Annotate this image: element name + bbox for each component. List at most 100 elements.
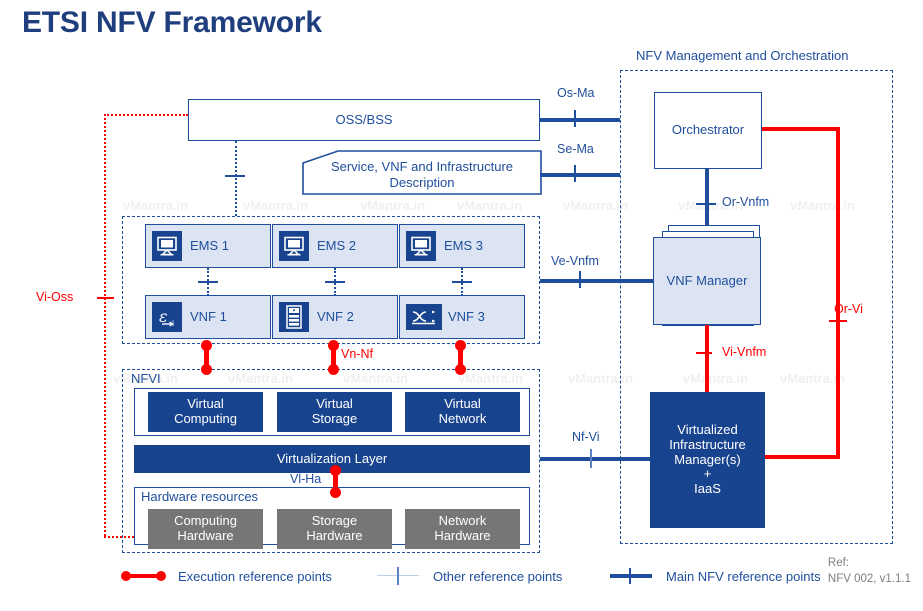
nfvi-label: NFVI xyxy=(131,371,161,386)
vi-oss-line-vertical xyxy=(104,114,106,536)
vn-nf-label: Vn-Nf xyxy=(341,347,373,361)
virtual-storage-line-1: Virtual xyxy=(316,396,353,412)
vnf-3-box[interactable]: VNF 3 xyxy=(399,295,525,339)
se-ma-line xyxy=(540,173,620,177)
vi-oss-label: Vi-Oss xyxy=(36,290,74,304)
orchestrator-box[interactable]: Orchestrator xyxy=(654,92,762,169)
legend-label-other: Other reference points xyxy=(433,568,563,584)
or-vi-tick xyxy=(829,320,847,322)
os-ma-line xyxy=(540,118,620,122)
oss-bss-box[interactable]: OSS/BSS xyxy=(188,99,540,141)
vl-ha-dot-top xyxy=(330,465,341,476)
hardware-resources-label: Hardware resources xyxy=(141,489,259,504)
storage-hardware-line-1: Storage xyxy=(311,513,358,529)
vim-line-2: Infrastructure xyxy=(669,436,746,452)
vnf-1-label: VNF 1 xyxy=(190,308,227,324)
watermark: vMantra.in xyxy=(563,198,629,213)
storage-hardware-line-2: Hardware xyxy=(306,528,363,543)
watermark: vMantra.in xyxy=(123,198,189,213)
vn-nf-dot-bottom-3 xyxy=(455,364,466,375)
epsilon-icon: ɛi xyxy=(152,302,182,332)
ems-2-box[interactable]: EMS 2 xyxy=(272,224,398,268)
mano-title: NFV Management and Orchestration xyxy=(634,48,851,63)
vim-line-3: Manager(s) xyxy=(674,451,741,467)
monitor-icon xyxy=(279,231,309,261)
description-box[interactable]: Service, VNF and Infrastructure Descript… xyxy=(302,155,542,195)
vi-vnfm-label: Vi-Vnfm xyxy=(722,345,767,359)
orchestrator-label: Orchestrator xyxy=(671,122,745,138)
vim-box[interactable]: Virtualized Infrastructure Manager(s) + … xyxy=(650,392,765,528)
vnf-manager-label: VNF Manager xyxy=(666,272,748,288)
watermark: vMantra.in xyxy=(243,198,309,213)
ems-3-box[interactable]: EMS 3 xyxy=(399,224,525,268)
legend-label-main: Main NFV reference points xyxy=(666,568,821,584)
reference-note-line-2: NFV 002, v1.1.1 xyxy=(827,572,911,585)
ems1-vnf1-tick xyxy=(198,281,218,283)
ems-1-label: EMS 1 xyxy=(190,237,230,253)
os-ma-tick xyxy=(574,110,576,127)
ems3-vnf3-tick xyxy=(452,281,472,283)
vi-vnfm-tick xyxy=(696,352,712,354)
vim-line-1: Virtualized xyxy=(677,421,738,437)
ve-vnfm-tick xyxy=(579,271,581,288)
legend-item-main: Main NFV reference points xyxy=(608,563,821,589)
vn-nf-dot-bottom-2 xyxy=(328,364,339,375)
oss-to-vnf-tick xyxy=(225,175,245,177)
se-ma-label: Se-Ma xyxy=(557,142,594,156)
storage-hardware-box[interactable]: Storage Hardware xyxy=(277,509,392,549)
server-icon xyxy=(279,302,309,332)
monitor-icon xyxy=(406,231,436,261)
watermark: vMantra.in xyxy=(457,198,523,213)
se-ma-tick xyxy=(574,165,576,182)
vi-oss-tick xyxy=(97,297,114,299)
or-vi-line-vertical xyxy=(836,127,840,459)
ems2-vnf2-tick xyxy=(325,281,345,283)
description-line-2: Description xyxy=(389,175,455,190)
svg-text:i: i xyxy=(172,320,175,328)
virtualization-layer-label: Virtualization Layer xyxy=(276,450,388,466)
other-reference-swatch xyxy=(375,566,423,586)
execution-reference-swatch xyxy=(120,566,168,586)
vn-nf-dot-top-2 xyxy=(328,340,339,351)
legend-item-other: Other reference points xyxy=(375,563,562,589)
svg-text:ɛ: ɛ xyxy=(159,307,168,326)
vn-nf-dot-bottom-1 xyxy=(201,364,212,375)
vn-nf-dot-top-3 xyxy=(455,340,466,351)
main-reference-swatch xyxy=(608,566,656,586)
vnf-3-label: VNF 3 xyxy=(448,308,485,324)
switch-icon xyxy=(406,304,442,330)
network-hardware-line-1: Network xyxy=(438,513,487,529)
computing-hardware-box[interactable]: Computing Hardware xyxy=(148,509,263,549)
computing-hardware-line-1: Computing xyxy=(174,513,237,529)
ems-2-label: EMS 2 xyxy=(317,237,357,253)
or-vnfm-label: Or-Vnfm xyxy=(722,195,770,209)
network-hardware-line-2: Hardware xyxy=(434,528,491,543)
or-vi-line-top xyxy=(762,127,840,131)
oss-bss-label: OSS/BSS xyxy=(335,111,393,127)
vnf-2-box[interactable]: VNF 2 xyxy=(272,295,398,339)
description-line-1: Service, VNF and Infrastructure xyxy=(330,159,514,175)
vim-line-4: + xyxy=(703,466,712,482)
oss-to-vnf-dotted-line xyxy=(235,141,237,216)
nf-vi-tick xyxy=(590,449,592,468)
os-ma-label: Os-Ma xyxy=(557,86,595,100)
virtual-storage-line-2: Storage xyxy=(311,411,358,426)
vl-ha-label: Vl-Ha xyxy=(290,472,322,486)
ems-1-box[interactable]: EMS 1 xyxy=(145,224,271,268)
virtual-storage-box[interactable]: Virtual Storage xyxy=(277,392,392,432)
vim-line-5: IaaS xyxy=(694,481,721,497)
virtual-computing-line-1: Virtual xyxy=(187,396,224,412)
network-hardware-box[interactable]: Network Hardware xyxy=(405,509,520,549)
watermark: vMantra.in xyxy=(360,198,426,213)
ve-vnfm-label: Ve-Vnfm xyxy=(551,254,599,268)
vnf-1-box[interactable]: ɛi VNF 1 xyxy=(145,295,271,339)
vnf-manager-box[interactable]: VNF Manager xyxy=(653,237,761,325)
virtual-network-box[interactable]: Virtual Network xyxy=(405,392,520,432)
vi-oss-line-top xyxy=(104,114,188,116)
virtual-network-line-1: Virtual xyxy=(444,396,481,412)
reference-note-line-1: Ref: xyxy=(827,557,849,569)
page-title: ETSI NFV Framework xyxy=(22,6,322,39)
virtual-computing-box[interactable]: Virtual Computing xyxy=(148,392,263,432)
vnf-2-label: VNF 2 xyxy=(317,308,354,324)
legend-label-execution: Execution reference points xyxy=(178,568,332,584)
